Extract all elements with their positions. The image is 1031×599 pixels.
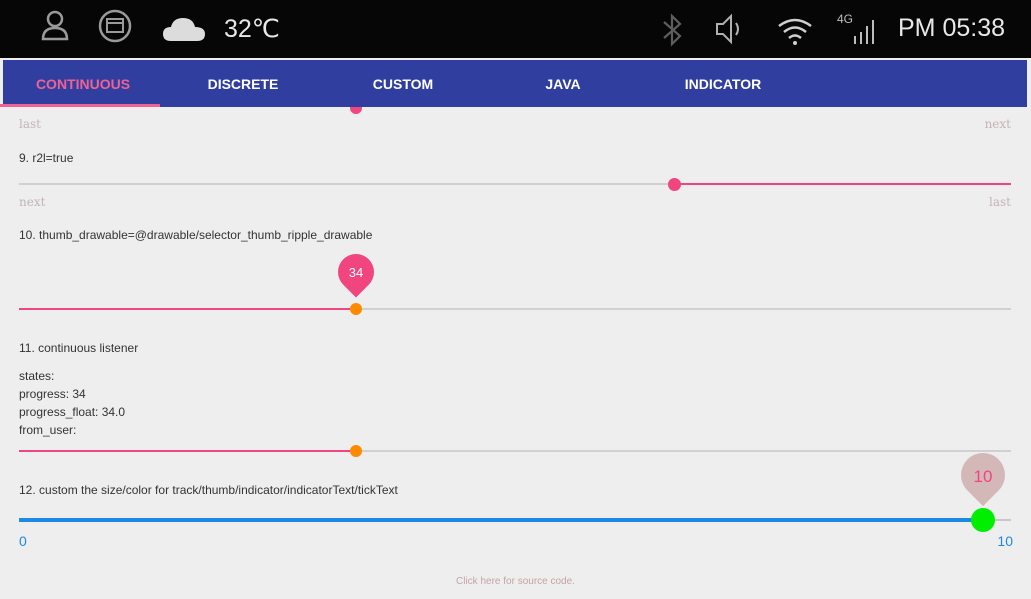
listener-states-text: states: — [19, 369, 55, 383]
temperature-text: 32℃ — [224, 15, 280, 43]
seekbar-8-tick-left: last — [19, 117, 41, 131]
seekbar-12-thumb[interactable] — [971, 508, 995, 532]
tab-indicator[interactable]: INDICATOR — [643, 60, 803, 107]
seekbar-12-title: 12. custom the size/color for track/thum… — [19, 483, 398, 497]
tab-discrete[interactable]: DISCRETE — [163, 60, 323, 107]
wifi-icon — [778, 18, 812, 45]
seekbar-12-track-progress — [19, 518, 983, 522]
window-icon — [98, 9, 132, 43]
seekbar-10-thumb[interactable] — [350, 303, 362, 315]
seekbar-12-track[interactable] — [19, 518, 1011, 522]
seekbar-9-thumb[interactable] — [668, 178, 681, 191]
seekbar-list[interactable]: last next 9. r2l=true next last 10. thum… — [0, 107, 1031, 599]
seekbar-9-track-bg — [19, 183, 674, 185]
tab-custom[interactable]: CUSTOM — [323, 60, 483, 107]
tab-continuous[interactable]: CONTINUOUS — [3, 60, 163, 107]
listener-progress-float-text: progress_float: 34.0 — [19, 405, 126, 419]
seekbar-9-track[interactable] — [19, 183, 1011, 185]
status-bar: 32℃ 4G PM 05:38 — [0, 0, 1031, 58]
seekbar-10-track[interactable] — [19, 308, 1011, 310]
bluetooth-icon — [663, 13, 682, 47]
seekbar-11-thumb[interactable] — [350, 445, 362, 457]
seekbar-10-track-progress — [19, 308, 356, 310]
clock-text: PM 05:38 — [898, 14, 1006, 42]
seekbar-10-indicator-text: 34 — [348, 265, 364, 280]
seekbar-11-track-bg — [356, 450, 1011, 452]
seekbar-11-title: 11. continuous listener — [19, 341, 139, 355]
seekbar-9-tick-right: last — [989, 195, 1011, 209]
user-icon — [41, 10, 69, 41]
source-code-link[interactable]: Click here for source code. — [0, 576, 1031, 587]
seekbar-11-track-progress — [19, 450, 356, 452]
cloud-icon — [163, 18, 205, 41]
seekbar-9-tick-left: next — [19, 195, 46, 209]
tab-java[interactable]: JAVA — [483, 60, 643, 107]
tab-bar: CONTINUOUS DISCRETE CUSTOM JAVA INDICATO… — [3, 60, 1027, 107]
seekbar-12-tick-max: 10 — [997, 533, 1013, 549]
listener-from-user-text: from_user: — [19, 423, 77, 437]
seekbar-12-tick-min: 0 — [19, 533, 27, 549]
seekbar-8-tick-right: next — [984, 117, 1011, 131]
seekbar-10-title: 10. thumb_drawable=@drawable/selector_th… — [19, 228, 373, 242]
seekbar-9-track-progress — [674, 183, 1011, 185]
network-type-text: 4G — [837, 12, 854, 26]
seekbar-11-track[interactable] — [19, 450, 1011, 452]
seekbar-10-track-bg — [356, 308, 1011, 310]
signal-icon — [854, 20, 874, 44]
seekbar-9-title: 9. r2l=true — [19, 151, 74, 165]
seekbar-8-thumb[interactable] — [350, 107, 362, 114]
seekbar-12-indicator-text: 10 — [973, 467, 993, 486]
listener-progress-text: progress: 34 — [19, 387, 86, 401]
volume-icon — [716, 13, 739, 45]
